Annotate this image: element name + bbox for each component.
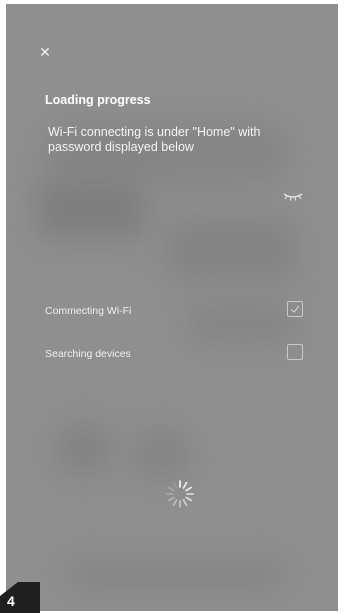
eye-closed-icon[interactable] — [282, 190, 304, 202]
step-badge — [0, 582, 40, 613]
blurred-background — [36, 179, 146, 239]
step-label: Searching devices — [45, 348, 131, 360]
blurred-background — [166, 219, 296, 279]
checkmark-icon — [290, 305, 300, 313]
blurred-background — [134, 429, 189, 479]
dialog-subtitle: Wi-Fi connecting is under "Home" with pa… — [48, 125, 261, 154]
step-row-connecting-wifi: Commecting Wi-Fi — [45, 301, 303, 323]
step-checkbox-checked — [287, 301, 303, 317]
step-label: Commecting Wi-Fi — [45, 305, 132, 317]
step-checkbox-unchecked — [287, 344, 303, 360]
step-number: 4 — [7, 593, 15, 609]
spinner-icon — [166, 480, 194, 508]
close-icon[interactable]: ✕ — [38, 45, 52, 59]
blurred-background — [66, 559, 286, 589]
app-screen: ✕ Loading progress Wi-Fi connecting is u… — [6, 4, 338, 611]
blurred-background — [56, 424, 111, 474]
step-row-searching-devices: Searching devices — [45, 344, 303, 366]
page-frame: ✕ Loading progress Wi-Fi connecting is u… — [0, 0, 344, 613]
dialog-title: Loading progress — [45, 93, 151, 107]
